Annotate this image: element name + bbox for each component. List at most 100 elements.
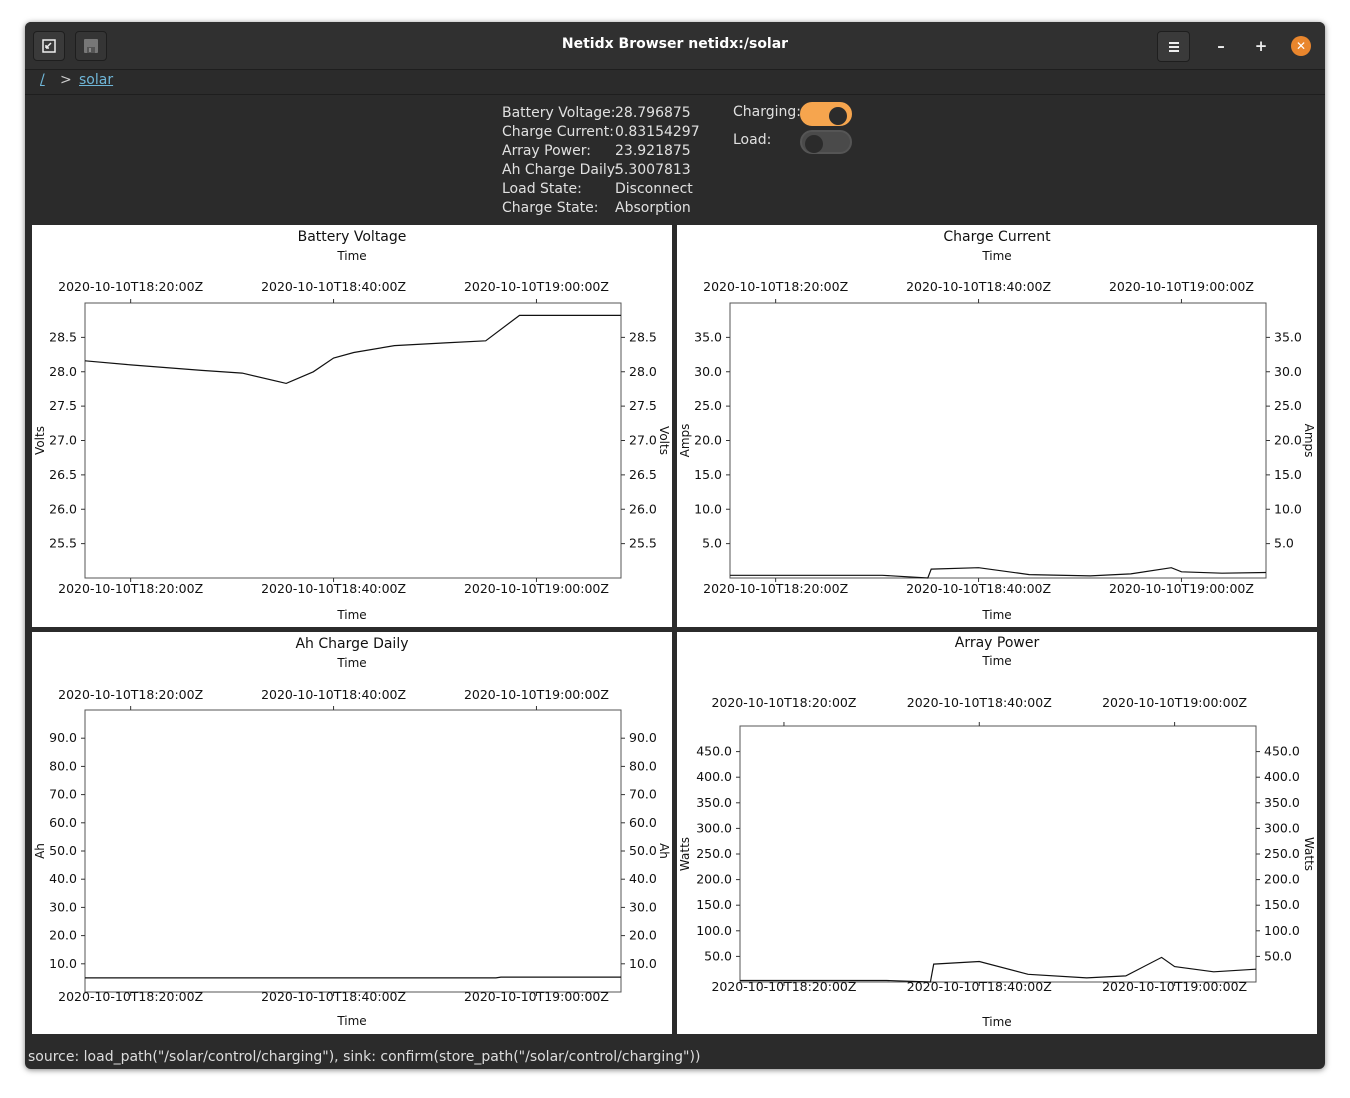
main-menu-button[interactable] [1157, 31, 1190, 62]
charge-current-chart: Charge Current Time Time 2020-10-10T18:20:0… [677, 225, 1317, 627]
y-tick-label-right: 300.0 [1264, 820, 1300, 835]
chart-title: Array Power [955, 635, 1040, 651]
y-tick-label-left: 350.0 [696, 795, 732, 810]
y-tick-label-left: 450.0 [696, 744, 732, 759]
y-tick-label-left: 150.0 [696, 897, 732, 912]
y-axis-label-right: Ah [657, 843, 671, 859]
x-tick-label-top: 2020-10-10T19:00:00Z [464, 279, 609, 294]
x-tick-label-top: 2020-10-10T18:40:00Z [261, 687, 406, 702]
breadcrumb-solar[interactable]: solar [79, 72, 113, 88]
x-tick-label-bottom: 2020-10-10T18:40:00Z [906, 581, 1051, 596]
info-row-charge-state: Charge State: Absorption [502, 200, 691, 216]
y-tick-label-left: 300.0 [696, 820, 732, 835]
y-tick-label-left: 25.5 [49, 536, 77, 551]
window-title: Netidx Browser netidx:/solar [561, 36, 789, 52]
x-axis-label-top: Time [981, 654, 1011, 668]
y-tick-label-right: 80.0 [629, 758, 657, 773]
x-axis-label-top: Time [336, 249, 366, 263]
load-label: Load: [733, 132, 772, 148]
info-row-ah-charge-daily: Ah Charge Daily:5.3007813 [502, 162, 691, 178]
y-tick-label-right: 26.0 [629, 501, 657, 516]
y-tick-label-right: 350.0 [1264, 795, 1300, 810]
y-tick-label-right: 70.0 [629, 787, 657, 802]
ah-charge-daily-chart: Ah Charge Daily Time Time 2020-10-10T18:20:… [32, 632, 672, 1034]
breadcrumb: / > solar [25, 70, 1325, 95]
load-toggle-knob [805, 135, 823, 153]
y-tick-label-left: 200.0 [696, 872, 732, 887]
series-line [85, 976, 621, 979]
y-axis-label-right: Volts [657, 426, 671, 455]
y-tick-label-left: 90.0 [49, 730, 77, 745]
y-tick-label-right: 26.5 [629, 467, 657, 482]
info-row-battery-voltage: Battery Voltage:28.796875 [502, 105, 691, 121]
y-tick-label-left: 80.0 [49, 758, 77, 773]
status-bar: source: load_path("/solar/control/chargi… [28, 1049, 701, 1065]
x-tick-label-bottom: 2020-10-10T19:00:00Z [1109, 581, 1254, 596]
charging-label: Charging: [733, 104, 801, 120]
y-tick-label-right: 25.0 [1274, 398, 1302, 413]
y-tick-label-right: 35.0 [1274, 329, 1302, 344]
plot-frame [729, 302, 1267, 579]
minimize-button[interactable]: – [1211, 36, 1231, 56]
y-tick-label-left: 50.0 [704, 948, 732, 963]
hamburger-menu-icon [1168, 41, 1179, 52]
chart-title: Charge Current [943, 229, 1051, 245]
x-tick-label-bottom: 2020-10-10T18:20:00Z [58, 989, 203, 1004]
load-toggle[interactable] [800, 130, 852, 154]
info-row-charge-current: Charge Current:0.83154297 [502, 124, 700, 140]
y-tick-label-left: 40.0 [49, 871, 77, 886]
array-power-chart: Array Power Time Time 2020-10-10T18:20:00Z 2… [677, 632, 1317, 1034]
battery-voltage-chart: Battery Voltage Time Time 2020-10-10T18:20:… [32, 225, 672, 627]
y-tick-label-left: 5.0 [702, 536, 722, 551]
maximize-button[interactable]: + [1251, 36, 1271, 56]
charge-current-plot: Charge Current Time Time 2020-10-10T18:20:0… [678, 229, 1316, 622]
breadcrumb-root[interactable]: / [40, 72, 45, 88]
x-tick-label-top: 2020-10-10T19:00:00Z [464, 687, 609, 702]
y-tick-label-right: 40.0 [629, 871, 657, 886]
x-axis-label-bottom: Time [981, 1015, 1011, 1029]
y-tick-label-left: 10.0 [694, 501, 722, 516]
y-tick-label-right: 450.0 [1264, 744, 1300, 759]
y-tick-label-left: 100.0 [696, 923, 732, 938]
x-axis-label-bottom: Time [336, 608, 366, 622]
x-tick-label-bottom: 2020-10-10T19:00:00Z [1102, 979, 1247, 994]
y-axis-label-left: Amps [678, 424, 692, 458]
y-tick-label-right: 28.5 [629, 329, 657, 344]
y-tick-label-right: 200.0 [1264, 872, 1300, 887]
plot-frame [84, 302, 622, 579]
y-tick-label-right: 27.0 [629, 433, 657, 448]
y-tick-label-right: 27.5 [629, 398, 657, 413]
x-tick-label-bottom: 2020-10-10T18:40:00Z [907, 979, 1052, 994]
x-tick-label-bottom: 2020-10-10T18:20:00Z [703, 581, 848, 596]
y-tick-label-left: 27.5 [49, 398, 77, 413]
chart-title: Battery Voltage [298, 229, 407, 245]
y-tick-label-right: 400.0 [1264, 769, 1300, 784]
y-tick-label-left: 20.0 [49, 928, 77, 943]
info-row-array-power: Array Power: 23.921875 [502, 143, 691, 159]
y-tick-label-right: 5.0 [1274, 536, 1294, 551]
plot-frame [739, 725, 1257, 983]
title-bar: Netidx Browser netidx:/solar – + ✕ [25, 22, 1325, 70]
x-axis-label-bottom: Time [336, 1014, 366, 1028]
y-tick-label-right: 150.0 [1264, 897, 1300, 912]
x-axis-label-top: Time [981, 249, 1011, 263]
y-tick-label-left: 10.0 [49, 956, 77, 971]
close-button[interactable]: ✕ [1291, 36, 1311, 56]
y-tick-label-left: 30.0 [694, 364, 722, 379]
x-tick-label-bottom: 2020-10-10T18:20:00Z [711, 979, 856, 994]
y-tick-label-right: 250.0 [1264, 846, 1300, 861]
array-power-plot: Array Power Time Time 2020-10-10T18:20:00Z 2… [678, 635, 1316, 1029]
y-tick-label-left: 400.0 [696, 769, 732, 784]
y-axis-label-left: Volts [33, 426, 47, 455]
app-window: Netidx Browser netidx:/solar – + ✕ / > s… [25, 22, 1325, 1069]
plot-frame [84, 709, 622, 993]
y-tick-label-right: 10.0 [1274, 501, 1302, 516]
y-tick-label-right: 20.0 [1274, 433, 1302, 448]
x-tick-label-bottom: 2020-10-10T19:00:00Z [464, 581, 609, 596]
x-tick-label-top: 2020-10-10T19:00:00Z [1102, 695, 1247, 710]
charging-toggle[interactable] [800, 102, 852, 126]
y-tick-label-left: 15.0 [694, 467, 722, 482]
series-line [84, 314, 621, 385]
y-tick-label-right: 25.5 [629, 536, 657, 551]
x-tick-label-top: 2020-10-10T18:40:00Z [906, 279, 1051, 294]
